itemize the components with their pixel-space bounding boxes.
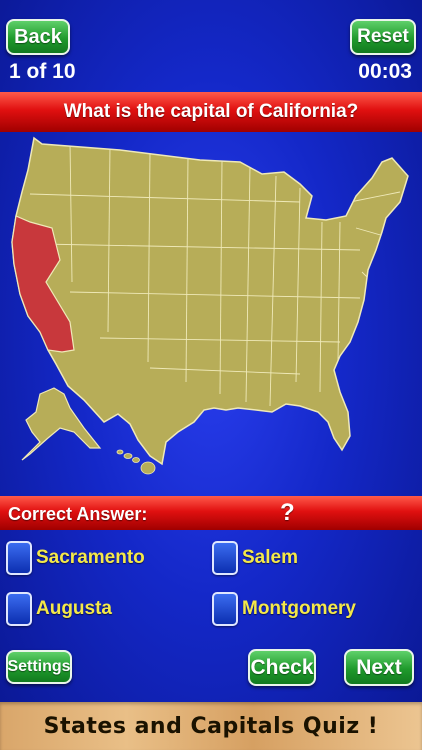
settings-button[interactable]: Settings xyxy=(6,650,72,684)
timer: 00:03 xyxy=(358,60,412,83)
choice-label[interactable]: Salem xyxy=(242,547,298,569)
answer-banner: Correct Answer: ? xyxy=(0,496,422,530)
next-button[interactable]: Next xyxy=(344,649,414,686)
checkbox-icon[interactable] xyxy=(6,541,32,575)
checkbox-icon[interactable] xyxy=(212,541,238,575)
question-counter: 1 of 10 xyxy=(9,60,76,83)
question-text: What is the capital of California? xyxy=(63,101,359,122)
choice-label[interactable]: Augusta xyxy=(36,598,112,620)
correct-answer-value: ? xyxy=(280,499,295,526)
choice-option[interactable]: Salem xyxy=(212,541,298,575)
back-button[interactable]: Back xyxy=(6,19,70,55)
choice-label[interactable]: Montgomery xyxy=(242,598,356,620)
choice-option[interactable]: Montgomery xyxy=(212,592,356,626)
question-banner: What is the capital of California? xyxy=(0,92,422,132)
app-title: States and Capitals Quiz ! xyxy=(43,713,379,739)
checkbox-icon[interactable] xyxy=(212,592,238,626)
reset-button[interactable]: Reset xyxy=(350,19,416,55)
choice-option[interactable]: Sacramento xyxy=(6,541,145,575)
us-map xyxy=(11,137,409,475)
choice-option[interactable]: Augusta xyxy=(6,592,112,626)
checkbox-icon[interactable] xyxy=(6,592,32,626)
footer-banner: States and Capitals Quiz ! xyxy=(0,702,422,750)
check-button[interactable]: Check xyxy=(248,649,316,686)
correct-answer-label: Correct Answer: xyxy=(8,504,148,524)
choice-label[interactable]: Sacramento xyxy=(36,547,145,569)
